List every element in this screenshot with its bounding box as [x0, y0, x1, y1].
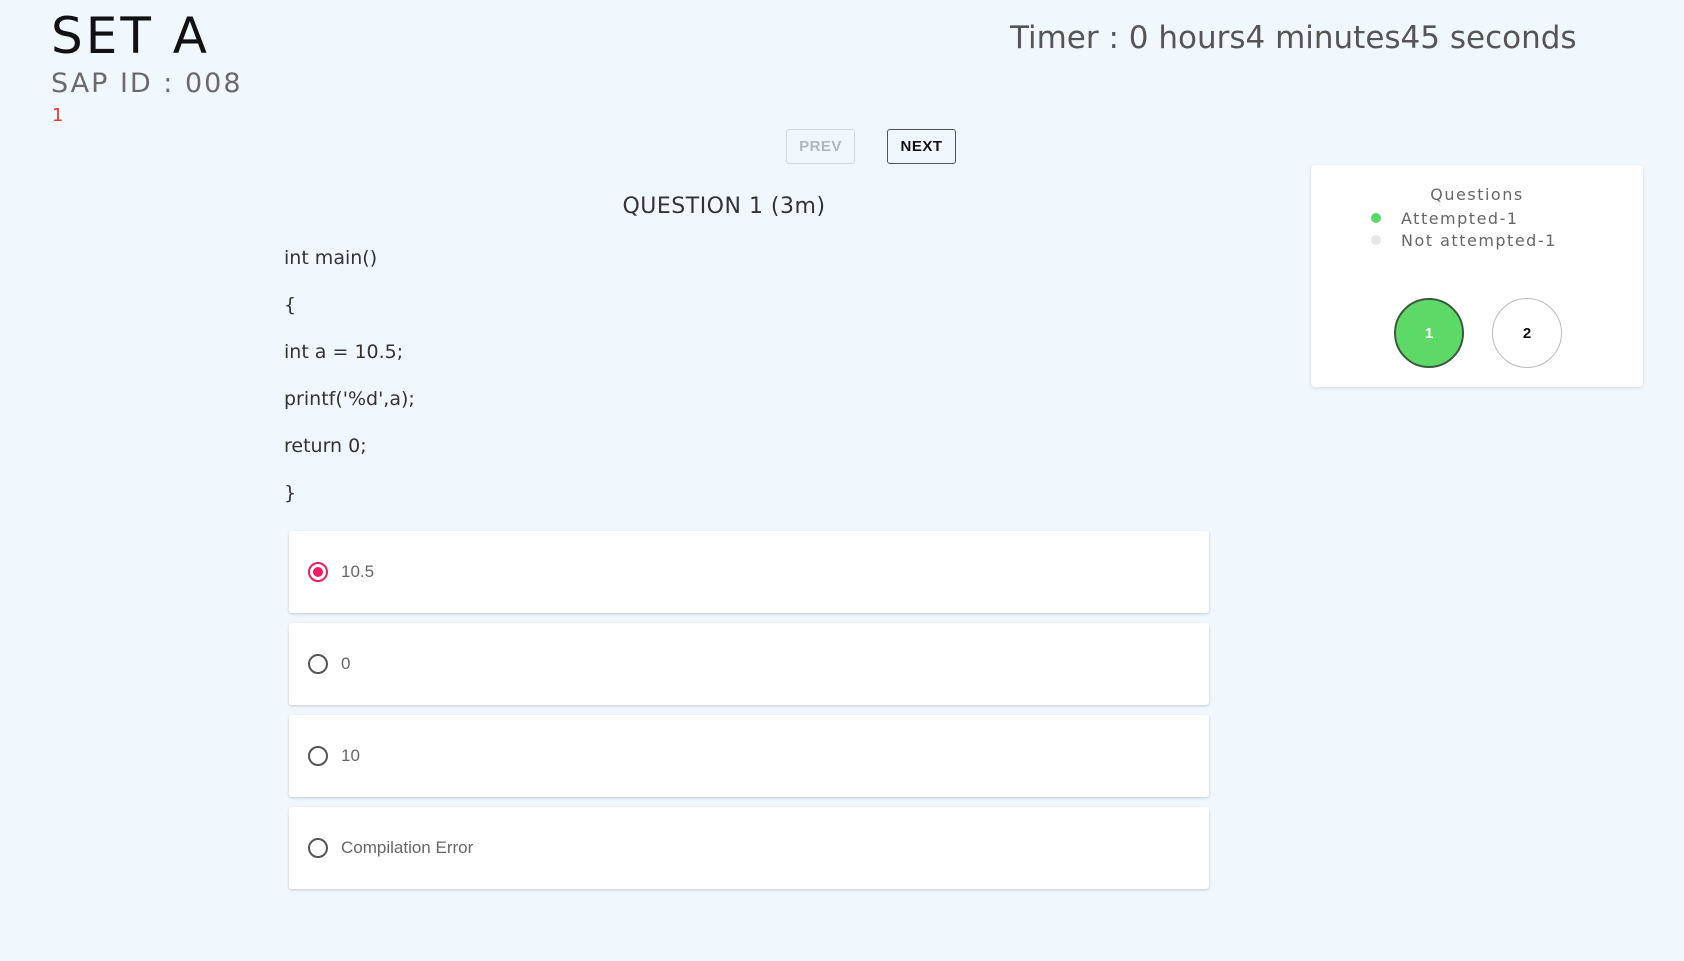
answer-options: 10.5 0 10 Compilation Error: [289, 531, 1209, 899]
option-1[interactable]: 10.5: [289, 531, 1209, 613]
option-2[interactable]: 0: [289, 623, 1209, 705]
code-line: printf('%d',a);: [284, 388, 415, 410]
option-label: 10.5: [341, 562, 375, 581]
code-line: int a = 10.5;: [284, 341, 404, 363]
option-label: Compilation Error: [341, 838, 474, 857]
next-button[interactable]: NEXT: [887, 129, 956, 164]
prev-button[interactable]: PREV: [786, 129, 855, 164]
status-legend: Attempted-1 Not attempted-1: [1371, 207, 1557, 251]
code-line: int main(): [284, 247, 378, 269]
question-circle-1[interactable]: 1: [1394, 298, 1464, 368]
code-line: }: [284, 482, 297, 504]
radio-button[interactable]: [308, 746, 328, 766]
question-title: QUESTION 1 (3m): [622, 194, 826, 219]
option-label: 10: [341, 746, 360, 765]
panel-title: Questions: [1430, 185, 1524, 204]
option-4[interactable]: Compilation Error: [289, 807, 1209, 889]
questions-panel: Questions Attempted-1 Not attempted-1 1 …: [1311, 165, 1643, 387]
not-attempted-label: Not attempted-1: [1401, 230, 1557, 250]
question-code: int main() { int a = 10.5; printf('%d',a…: [284, 242, 415, 524]
green-dot-icon: [1371, 213, 1381, 223]
set-title: SET A: [51, 7, 210, 65]
option-label: 0: [341, 654, 351, 673]
grey-dot-icon: [1371, 235, 1381, 245]
question-navigator: 1 2: [1394, 298, 1562, 368]
current-question-number: 1: [52, 105, 64, 126]
option-3[interactable]: 10: [289, 715, 1209, 797]
attempted-label: Attempted-1: [1401, 208, 1519, 228]
legend-attempted: Attempted-1: [1371, 207, 1557, 229]
sap-id: SAP ID : 008: [51, 68, 243, 99]
question-circle-2[interactable]: 2: [1492, 298, 1562, 368]
radio-button[interactable]: [308, 562, 328, 582]
legend-not-attempted: Not attempted-1: [1371, 229, 1557, 251]
code-line: return 0;: [284, 435, 367, 457]
radio-button[interactable]: [308, 838, 328, 858]
code-line: {: [284, 294, 297, 316]
timer: Timer : 0 hours4 minutes45 seconds: [1010, 20, 1577, 56]
radio-button[interactable]: [308, 654, 328, 674]
